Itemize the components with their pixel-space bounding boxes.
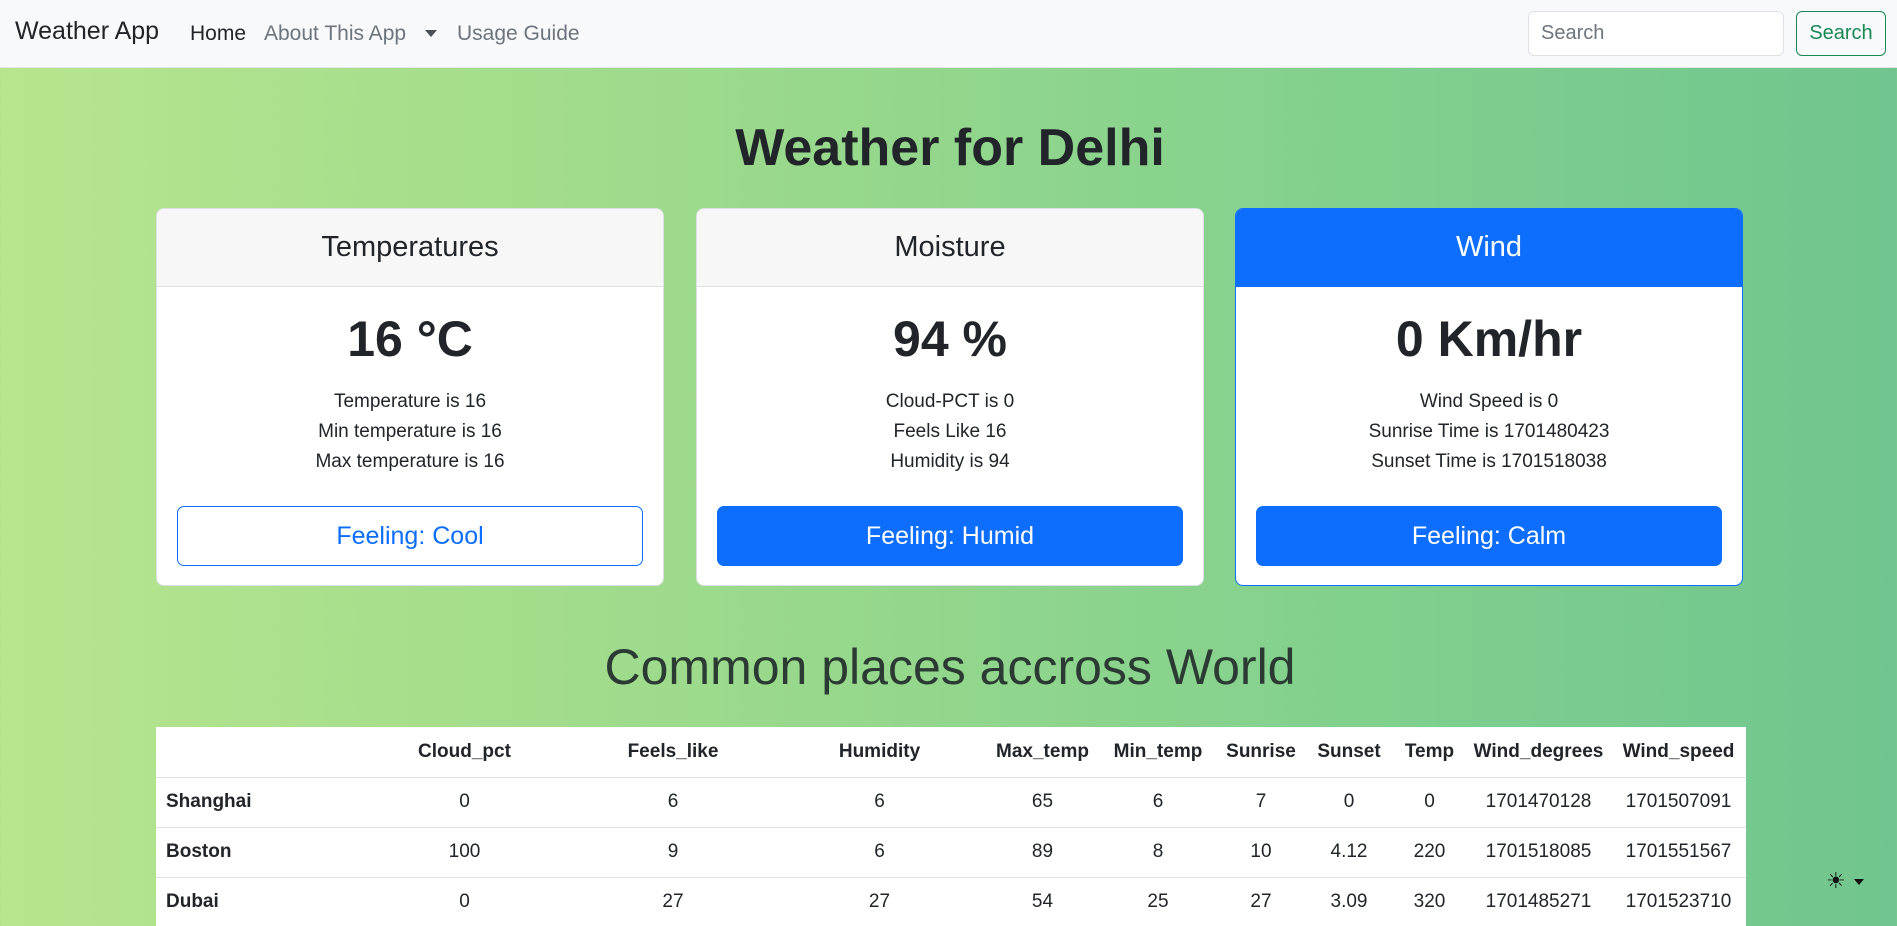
theme-toggle-button[interactable]: ☀ (1826, 868, 1866, 896)
moisture-card: Moisture 94 % Cloud-PCT is 0 Feels Like … (696, 208, 1204, 586)
table-cell: 1701507091 (1611, 777, 1746, 828)
table-cell: 1701470128 (1466, 777, 1611, 828)
temperature-value: 16 °C (347, 311, 473, 367)
common-places-table: Cloud_pct Feels_like Humidity Max_temp M… (156, 727, 1746, 926)
wind-speed-value: 0 Km/hr (1395, 311, 1583, 367)
navbar: Weather App Home About This App Usage Gu… (0, 0, 1897, 68)
dropdown-caret-icon[interactable] (425, 30, 437, 37)
table-cell: 100 (356, 827, 573, 878)
column-header-sunrise: Sunrise (1217, 727, 1305, 778)
table-cell: 27 (573, 877, 773, 926)
table-cell: 54 (986, 877, 1099, 926)
table-cell: 25 (1099, 877, 1217, 926)
table-cell: 0 (1393, 777, 1466, 828)
table-cell: 7 (1217, 777, 1305, 828)
nav-link-about[interactable]: About This App (264, 22, 406, 46)
card-header-temperatures: Temperatures (157, 209, 663, 287)
table-cell: 0 (356, 877, 573, 926)
temperature-line: Temperature is 16 (333, 391, 487, 412)
column-header-wind-speed: Wind_speed (1611, 727, 1746, 778)
common-places-title: Common places accross World (604, 639, 1296, 695)
table-cell: 6 (773, 827, 986, 878)
column-header-feels-like: Feels_like (573, 727, 773, 778)
wind-speed-line: Wind Speed is 0 (1419, 391, 1559, 412)
column-header-wind-degrees: Wind_degrees (1466, 727, 1611, 778)
table-cell: 27 (1217, 877, 1305, 926)
temperature-details: Temperature is 16 Min temperature is 16 … (157, 387, 663, 477)
wind-card: Wind 0 Km/hr Wind Speed is 0 Sunrise Tim… (1235, 208, 1743, 586)
table-cell: 220 (1393, 827, 1466, 878)
table-cell: 1701518085 (1466, 827, 1611, 878)
max-temperature-line: Max temperature is 16 (315, 451, 505, 472)
nav-link-home[interactable]: Home (190, 22, 246, 46)
table-cell: 320 (1393, 877, 1466, 926)
column-header-min-temp: Min_temp (1099, 727, 1217, 778)
table-cell: 89 (986, 827, 1099, 878)
temperatures-card: Temperatures 16 °C Temperature is 16 Min… (156, 208, 664, 586)
table-cell: 0 (356, 777, 573, 828)
feeling-calm-button[interactable]: Feeling: Calm (1256, 506, 1722, 566)
column-header-city (156, 727, 356, 778)
table-cell: 4.12 (1305, 827, 1393, 878)
column-header-humidity: Humidity (773, 727, 986, 778)
table-cell-city: Boston (156, 827, 356, 878)
chevron-down-icon (1854, 879, 1864, 885)
card-header-wind: Wind (1236, 209, 1742, 287)
card-header-moisture: Moisture (697, 209, 1203, 287)
column-header-temp: Temp (1393, 727, 1466, 778)
search-button[interactable]: Search (1796, 11, 1886, 56)
table-row: Dubai 0 27 27 54 25 27 3.09 320 17014852… (156, 877, 1746, 926)
table-cell-city: Dubai (156, 877, 356, 926)
table-cell: 9 (573, 827, 773, 878)
table-cell: 65 (986, 777, 1099, 828)
humidity-line: Humidity is 94 (890, 451, 1010, 472)
moisture-details: Cloud-PCT is 0 Feels Like 16 Humidity is… (697, 387, 1203, 477)
table-cell: 6 (573, 777, 773, 828)
table-cell: 10 (1217, 827, 1305, 878)
table-row: Shanghai 0 6 6 65 6 7 0 0 1701470128 170… (156, 777, 1746, 828)
feels-like-line: Feels Like 16 (893, 421, 1007, 442)
table-header-row: Cloud_pct Feels_like Humidity Max_temp M… (156, 727, 1746, 778)
feeling-humid-button[interactable]: Feeling: Humid (717, 506, 1183, 566)
nav-link-usage-guide[interactable]: Usage Guide (457, 22, 580, 46)
table-cell: 1701485271 (1466, 877, 1611, 926)
table-cell: 27 (773, 877, 986, 926)
table-cell-city: Shanghai (156, 777, 356, 828)
table-cell: 3.09 (1305, 877, 1393, 926)
search-input[interactable] (1528, 11, 1784, 56)
table-row: Boston 100 9 6 89 8 10 4.12 220 17015180… (156, 827, 1746, 878)
column-header-max-temp: Max_temp (986, 727, 1099, 778)
brand-logo[interactable]: Weather App (15, 17, 159, 46)
table-cell: 1701523710 (1611, 877, 1746, 926)
table-cell: 1701551567 (1611, 827, 1746, 878)
column-header-cloud-pct: Cloud_pct (356, 727, 573, 778)
table-cell: 8 (1099, 827, 1217, 878)
wind-details: Wind Speed is 0 Sunrise Time is 17014804… (1236, 387, 1742, 477)
sunrise-time-line: Sunrise Time is 1701480423 (1368, 421, 1610, 442)
cloud-pct-line: Cloud-PCT is 0 (885, 391, 1015, 412)
min-temperature-line: Min temperature is 16 (318, 421, 502, 442)
page-title: Weather for Delhi (735, 119, 1165, 177)
table-cell: 6 (1099, 777, 1217, 828)
table-cell: 0 (1305, 777, 1393, 828)
sun-icon: ☀ (1826, 869, 1846, 894)
column-header-sunset: Sunset (1305, 727, 1393, 778)
feeling-cool-button[interactable]: Feeling: Cool (177, 506, 643, 566)
table-cell: 6 (773, 777, 986, 828)
sunset-time-line: Sunset Time is 1701518038 (1371, 451, 1607, 472)
humidity-value: 94 % (893, 311, 1007, 367)
